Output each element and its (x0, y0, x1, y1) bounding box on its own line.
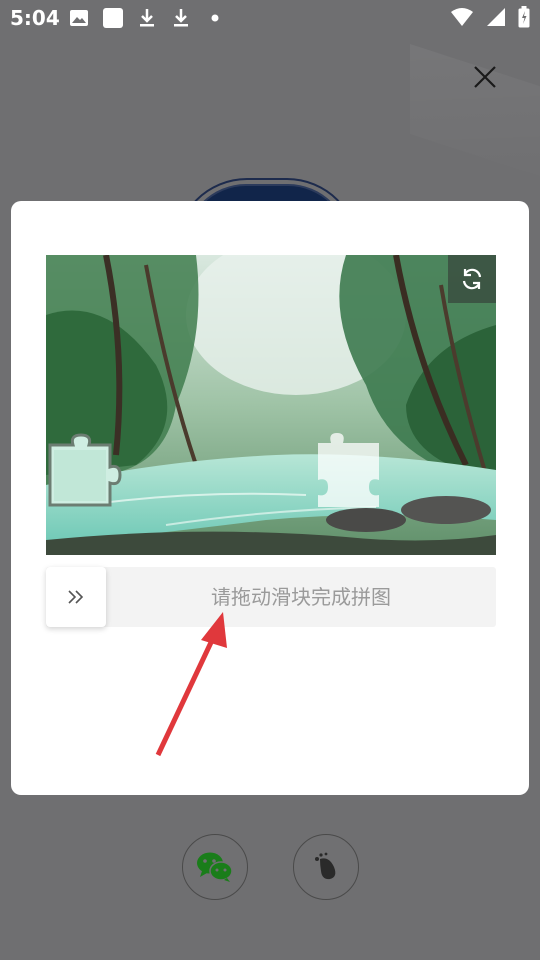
refresh-icon (462, 268, 482, 290)
download-icon (136, 8, 158, 28)
forest-river-image (46, 255, 496, 555)
close-icon (474, 66, 496, 88)
image-icon (68, 8, 90, 28)
status-time: 5:04 (10, 6, 60, 30)
slider-track[interactable]: 请拖动滑块完成拼图 (46, 567, 496, 627)
close-button[interactable] (470, 62, 500, 92)
wifi-icon (450, 7, 474, 31)
double-chevron-right-icon (68, 590, 84, 604)
signal-icon (486, 7, 506, 31)
battery-icon (518, 6, 530, 32)
captcha-puzzle-image (46, 255, 496, 555)
footprint-icon (315, 852, 336, 880)
dot-icon (204, 8, 226, 28)
wechat-login-button[interactable] (182, 834, 248, 900)
notification-icons (68, 8, 226, 28)
refresh-button[interactable] (448, 255, 496, 303)
wechat-icon (197, 852, 233, 882)
system-icons (450, 6, 530, 32)
download-icon (170, 8, 192, 28)
slider-handle[interactable] (46, 567, 106, 627)
other-login-button[interactable] (293, 834, 359, 900)
status-bar: 5:04 (0, 0, 540, 36)
slider-hint-text: 请拖动滑块完成拼图 (211, 585, 391, 609)
captcha-dialog: 请拖动滑块完成拼图 (11, 201, 529, 795)
square-icon (102, 8, 124, 28)
